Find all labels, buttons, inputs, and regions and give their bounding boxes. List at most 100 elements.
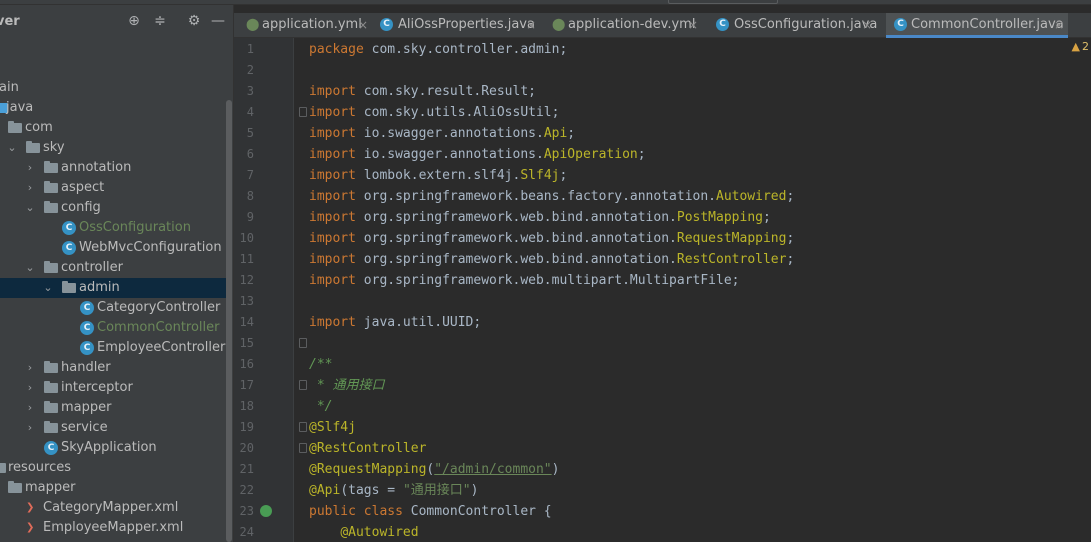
tree-node-category-controller[interactable]: C CategoryController [0,298,228,318]
tree-node-interceptor[interactable]: › interceptor [0,378,228,398]
tree-node-sky[interactable]: ⌄ sky [0,138,228,158]
close-icon[interactable]: × [688,13,698,37]
tree-node-config[interactable]: ⌄ config [0,198,228,218]
tree-node-handler[interactable]: › handler [0,358,228,378]
code-line[interactable]: 9 import org.springframework.web.bind.ann… [234,207,1091,228]
target-icon[interactable]: ⊕ [126,13,142,29]
code-token: io.swagger.annotations. [363,147,544,162]
chevron-right-icon[interactable]: › [24,378,36,398]
code-line[interactable]: 14 import java.util.UUID; [234,312,1091,333]
code-line[interactable]: 5 import io.swagger.annotations.Api; [234,123,1091,144]
code-token: Api [543,126,568,141]
chevron-right-icon[interactable]: › [24,178,36,198]
chevron-down-icon[interactable]: ⌄ [24,198,36,218]
tree-node-admin[interactable]: ⌄ admin [0,278,228,298]
tree-node-resources[interactable]: resources [0,458,228,478]
tree-node-controller[interactable]: ⌄ controller [0,258,228,278]
tree-node-service[interactable]: › service [0,418,228,438]
code-text: import org.springframework.web.bind.anno… [309,228,794,249]
tree-node-employee-mapper-xml[interactable]: ❯ EmployeeMapper.xml [0,518,228,538]
chevron-right-icon[interactable]: › [24,398,36,418]
tree-node-label: WebMvcConfiguration [79,240,222,255]
tree-node-resources-mapper[interactable]: mapper [0,478,228,498]
code-line[interactable]: 20 @RestController [234,438,1091,459]
chevron-down-icon[interactable]: ⌄ [42,278,54,298]
tree-node-com[interactable]: com [0,118,228,138]
tab-alioss-properties[interactable]: C AliOssProperties.java × [378,13,538,38]
tree-node-aspect[interactable]: › aspect [0,178,228,198]
code-text: import lombok.extern.slf4j.Slf4j; [309,165,567,186]
code-line[interactable]: 22 @Api(tags = "通用接口") [234,480,1091,501]
close-icon[interactable]: × [358,13,368,37]
tab-oss-configuration[interactable]: C OssConfiguration.java × [714,13,877,38]
code-token: ; [786,189,795,204]
class-icon: C [80,341,94,355]
code-line[interactable]: 6 import io.swagger.annotations.ApiOperat… [234,144,1091,165]
code-line[interactable]: 16 /** [234,354,1091,375]
code-token: (tags = [340,483,403,498]
tree-node-label: resources [8,460,72,475]
tab-application-yml[interactable]: ⬤ application.yml × [242,13,370,38]
code-line[interactable]: 1 package com.sky.controller.admin; [234,39,1091,60]
tree-node-main[interactable]: ain [0,78,228,98]
tree-node-mapper[interactable]: › mapper [0,398,228,418]
tab-application-dev-yml[interactable]: ⬤ application-dev.yml × [548,13,700,38]
code-editor[interactable]: 1 package com.sky.controller.admin; 2 3 impo… [234,38,1091,542]
code-line[interactable]: 15 [234,333,1091,354]
code-line[interactable]: 24 @Autowired [234,522,1091,542]
tree-node-oss-configuration[interactable]: C OssConfiguration [0,218,228,238]
code-text: import org.springframework.web.multipart… [309,270,739,291]
tab-common-controller[interactable]: C CommonController.java × [886,13,1068,38]
code-line[interactable]: 18 */ [234,396,1091,417]
code-line[interactable]: 21 @RequestMapping("/admin/common") [234,459,1091,480]
class-icon: C [80,321,94,335]
fold-marker-icon[interactable] [299,107,307,117]
tree-node-webmvc-configuration[interactable]: C WebMvcConfiguration [0,238,228,258]
code-line[interactable]: 13 [234,291,1091,312]
tree-node-employee-controller[interactable]: C EmployeeController [0,338,228,358]
code-line[interactable]: 10 import org.springframework.web.bind.an… [234,228,1091,249]
run-config-selector[interactable] [668,0,778,4]
code-line[interactable]: 7 import lombok.extern.slf4j.Slf4j; [234,165,1091,186]
class-icon: C [80,301,94,315]
code-line[interactable]: 3 import com.sky.result.Result; [234,81,1091,102]
gear-icon[interactable]: ⚙ [186,13,202,29]
tree-node-label: com [25,120,53,135]
chevron-right-icon[interactable]: › [24,358,36,378]
close-icon[interactable]: × [526,13,536,37]
spring-bean-gutter-icon[interactable] [260,505,272,517]
chevron-right-icon[interactable]: › [24,418,36,438]
close-icon[interactable]: × [862,13,872,37]
code-line[interactable]: 11 import org.springframework.web.bind.an… [234,249,1091,270]
chevron-down-icon[interactable]: ⌄ [6,138,18,158]
collapse-all-icon[interactable]: ≑ [152,13,168,29]
tree-node-label: CategoryMapper.xml [43,500,179,515]
chevron-right-icon[interactable]: › [24,158,36,178]
tree-node-category-mapper-xml[interactable]: ❯ CategoryMapper.xml [0,498,228,518]
tree-node-sky-application[interactable]: C SkyApplication [0,438,228,458]
code-token: @Api [309,483,341,498]
tree-node-java[interactable]: java [0,98,228,118]
code-token: import [309,273,364,288]
fold-marker-icon[interactable] [299,443,307,453]
code-line[interactable]: 2 [234,60,1091,81]
code-line[interactable]: 23 public class CommonController { [234,501,1091,522]
chevron-down-icon[interactable]: ⌄ [24,258,36,278]
inspection-widget[interactable]: ▲ 2 [1072,40,1089,53]
fold-marker-icon[interactable] [299,380,307,390]
code-line[interactable]: 19 @Slf4j [234,417,1091,438]
tree-node-annotation[interactable]: › annotation [0,158,228,178]
code-token: * 通用接口 [309,378,385,393]
tab-label: AliOssProperties.java [398,17,535,32]
code-line[interactable]: 8 import org.springframework.beans.factor… [234,186,1091,207]
code-token: import [309,315,364,330]
code-line[interactable]: 17 * 通用接口 [234,375,1091,396]
code-line[interactable]: 12 import org.springframework.web.multipa… [234,270,1091,291]
code-line[interactable]: 4 import com.sky.utils.AliOssUtil; [234,102,1091,123]
fold-marker-icon[interactable] [299,422,307,432]
close-icon[interactable]: × [1054,13,1064,37]
tree-node-common-controller[interactable]: C CommonController [0,318,228,338]
minimize-icon[interactable]: — [210,13,226,29]
sidebar-scrollbar[interactable] [226,100,232,542]
fold-marker-icon[interactable] [299,338,307,348]
